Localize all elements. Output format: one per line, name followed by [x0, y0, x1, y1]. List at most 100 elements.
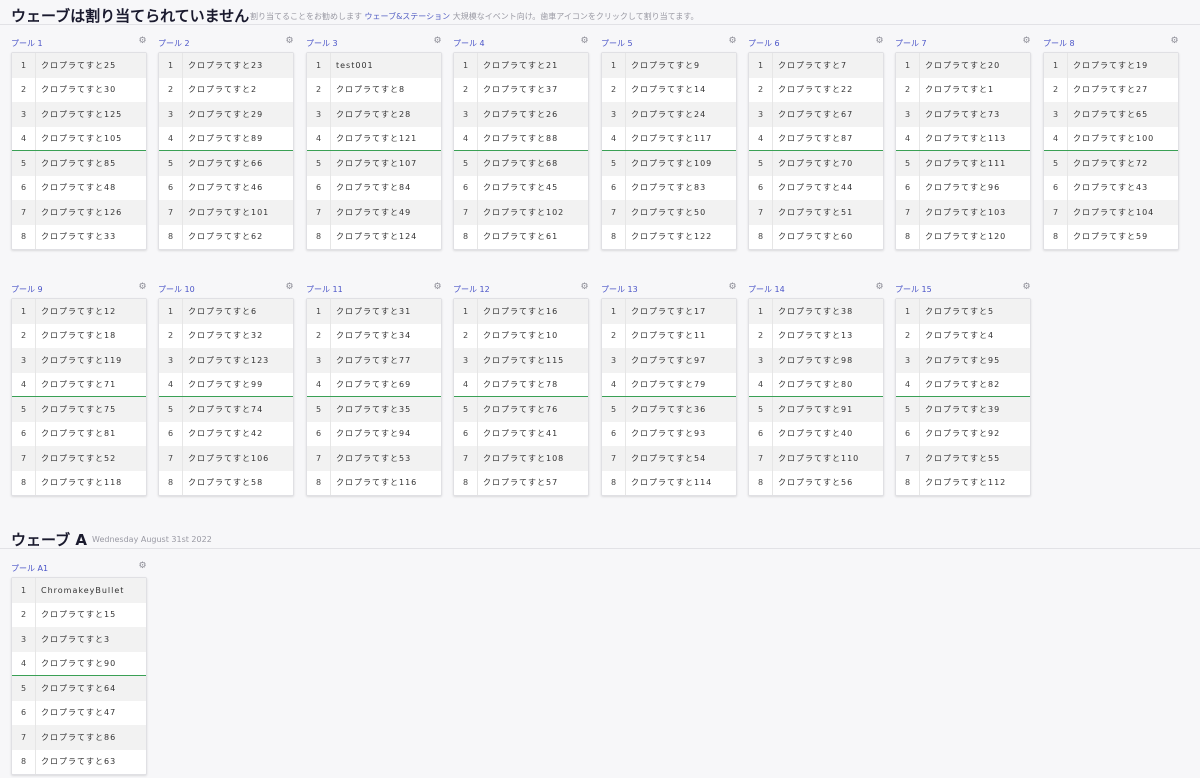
player-row[interactable]: 4 クロプラてすと82 — [896, 372, 1030, 397]
player-row[interactable]: 5 クロプラてすと91 — [749, 397, 883, 422]
player-row[interactable]: 8 クロプラてすと114 — [602, 470, 736, 495]
player-row[interactable]: 3 クロプラてすと26 — [454, 102, 588, 127]
player-row[interactable]: 8 クロプラてすと120 — [896, 224, 1030, 249]
player-row[interactable]: 6 クロプラてすと40 — [749, 421, 883, 446]
player-row[interactable]: 2 クロプラてすと8 — [307, 77, 441, 102]
player-row[interactable]: 4 クロプラてすと69 — [307, 372, 441, 397]
pool-name[interactable]: プール 5 — [601, 38, 633, 49]
player-row[interactable]: 7 クロプラてすと103 — [896, 200, 1030, 225]
player-row[interactable]: 3 クロプラてすと77 — [307, 348, 441, 373]
player-row[interactable]: 2 クロプラてすと30 — [12, 77, 146, 102]
player-row[interactable]: 6 クロプラてすと48 — [12, 175, 146, 200]
player-row[interactable]: 4 クロプラてすと71 — [12, 372, 146, 397]
gear-icon[interactable]: ⚙ — [728, 283, 737, 292]
player-row[interactable]: 2 クロプラてすと22 — [749, 77, 883, 102]
player-row[interactable]: 6 クロプラてすと84 — [307, 175, 441, 200]
player-row[interactable]: 1 クロプラてすと16 — [454, 299, 588, 324]
pool-name[interactable]: プール 7 — [895, 38, 927, 49]
player-row[interactable]: 2 クロプラてすと13 — [749, 323, 883, 348]
player-row[interactable]: 1 クロプラてすと20 — [896, 53, 1030, 78]
player-row[interactable]: 7 クロプラてすと104 — [1044, 200, 1178, 225]
pool-name[interactable]: プール 9 — [11, 284, 43, 295]
player-row[interactable]: 5 クロプラてすと36 — [602, 397, 736, 422]
player-row[interactable]: 7 クロプラてすと55 — [896, 446, 1030, 471]
pool-name[interactable]: プール 14 — [748, 284, 785, 295]
pool-name[interactable]: プール A1 — [11, 563, 48, 574]
player-row[interactable]: 3 クロプラてすと29 — [159, 102, 293, 127]
player-row[interactable]: 2 クロプラてすと18 — [12, 323, 146, 348]
pool-name[interactable]: プール 12 — [453, 284, 490, 295]
gear-icon[interactable]: ⚙ — [580, 283, 589, 292]
pool-name[interactable]: プール 3 — [306, 38, 338, 49]
gear-icon[interactable]: ⚙ — [138, 283, 147, 292]
player-row[interactable]: 5 クロプラてすと70 — [749, 151, 883, 176]
player-row[interactable]: 2 クロプラてすと27 — [1044, 77, 1178, 102]
player-row[interactable]: 4 クロプラてすと113 — [896, 126, 1030, 151]
gear-icon[interactable]: ⚙ — [285, 37, 294, 46]
player-row[interactable]: 5 クロプラてすと72 — [1044, 151, 1178, 176]
player-row[interactable]: 3 クロプラてすと28 — [307, 102, 441, 127]
player-row[interactable]: 1 ChromakeyBullet — [12, 578, 146, 603]
gear-icon[interactable]: ⚙ — [875, 37, 884, 46]
player-row[interactable]: 5 クロプラてすと74 — [159, 397, 293, 422]
gear-icon[interactable]: ⚙ — [580, 37, 589, 46]
player-row[interactable]: 5 クロプラてすと68 — [454, 151, 588, 176]
player-row[interactable]: 4 クロプラてすと105 — [12, 126, 146, 151]
player-row[interactable]: 1 クロプラてすと23 — [159, 53, 293, 78]
player-row[interactable]: 1 クロプラてすと17 — [602, 299, 736, 324]
gear-icon[interactable]: ⚙ — [285, 283, 294, 292]
gear-icon[interactable]: ⚙ — [138, 37, 147, 46]
player-row[interactable]: 6 クロプラてすと46 — [159, 175, 293, 200]
player-row[interactable]: 3 クロプラてすと125 — [12, 102, 146, 127]
player-row[interactable]: 7 クロプラてすと51 — [749, 200, 883, 225]
pool-name[interactable]: プール 1 — [11, 38, 43, 49]
player-row[interactable]: 3 クロプラてすと67 — [749, 102, 883, 127]
player-row[interactable]: 8 クロプラてすと116 — [307, 470, 441, 495]
player-row[interactable]: 5 クロプラてすと39 — [896, 397, 1030, 422]
player-row[interactable]: 4 クロプラてすと80 — [749, 372, 883, 397]
player-row[interactable]: 7 クロプラてすと110 — [749, 446, 883, 471]
player-row[interactable]: 2 クロプラてすと15 — [12, 602, 146, 627]
player-row[interactable]: 8 クロプラてすと122 — [602, 224, 736, 249]
gear-icon[interactable]: ⚙ — [433, 37, 442, 46]
player-row[interactable]: 6 クロプラてすと41 — [454, 421, 588, 446]
player-row[interactable]: 6 クロプラてすと47 — [12, 700, 146, 725]
pool-name[interactable]: プール 2 — [158, 38, 190, 49]
wave-station-link[interactable]: ウェーブ&ステーション — [365, 12, 451, 21]
player-row[interactable]: 7 クロプラてすと126 — [12, 200, 146, 225]
player-row[interactable]: 7 クロプラてすと86 — [12, 725, 146, 750]
player-row[interactable]: 4 クロプラてすと99 — [159, 372, 293, 397]
player-row[interactable]: 3 クロプラてすと3 — [12, 627, 146, 652]
player-row[interactable]: 8 クロプラてすと57 — [454, 470, 588, 495]
player-row[interactable]: 6 クロプラてすと94 — [307, 421, 441, 446]
player-row[interactable]: 5 クロプラてすと76 — [454, 397, 588, 422]
gear-icon[interactable]: ⚙ — [728, 37, 737, 46]
player-row[interactable]: 7 クロプラてすと50 — [602, 200, 736, 225]
player-row[interactable]: 6 クロプラてすと44 — [749, 175, 883, 200]
player-row[interactable]: 4 クロプラてすと88 — [454, 126, 588, 151]
player-row[interactable]: 8 クロプラてすと60 — [749, 224, 883, 249]
player-row[interactable]: 7 クロプラてすと106 — [159, 446, 293, 471]
pool-name[interactable]: プール 13 — [601, 284, 638, 295]
player-row[interactable]: 5 クロプラてすと107 — [307, 151, 441, 176]
player-row[interactable]: 3 クロプラてすと98 — [749, 348, 883, 373]
player-row[interactable]: 3 クロプラてすと95 — [896, 348, 1030, 373]
player-row[interactable]: 7 クロプラてすと108 — [454, 446, 588, 471]
player-row[interactable]: 6 クロプラてすと42 — [159, 421, 293, 446]
player-row[interactable]: 4 クロプラてすと87 — [749, 126, 883, 151]
gear-icon[interactable]: ⚙ — [1022, 37, 1031, 46]
player-row[interactable]: 2 クロプラてすと1 — [896, 77, 1030, 102]
gear-icon[interactable]: ⚙ — [433, 283, 442, 292]
player-row[interactable]: 4 クロプラてすと117 — [602, 126, 736, 151]
pool-name[interactable]: プール 15 — [895, 284, 932, 295]
player-row[interactable]: 4 クロプラてすと90 — [12, 651, 146, 676]
player-row[interactable]: 4 クロプラてすと79 — [602, 372, 736, 397]
player-row[interactable]: 7 クロプラてすと54 — [602, 446, 736, 471]
player-row[interactable]: 2 クロプラてすと10 — [454, 323, 588, 348]
player-row[interactable]: 1 クロプラてすと38 — [749, 299, 883, 324]
player-row[interactable]: 3 クロプラてすと24 — [602, 102, 736, 127]
player-row[interactable]: 5 クロプラてすと109 — [602, 151, 736, 176]
player-row[interactable]: 6 クロプラてすと43 — [1044, 175, 1178, 200]
player-row[interactable]: 3 クロプラてすと65 — [1044, 102, 1178, 127]
player-row[interactable]: 5 クロプラてすと66 — [159, 151, 293, 176]
